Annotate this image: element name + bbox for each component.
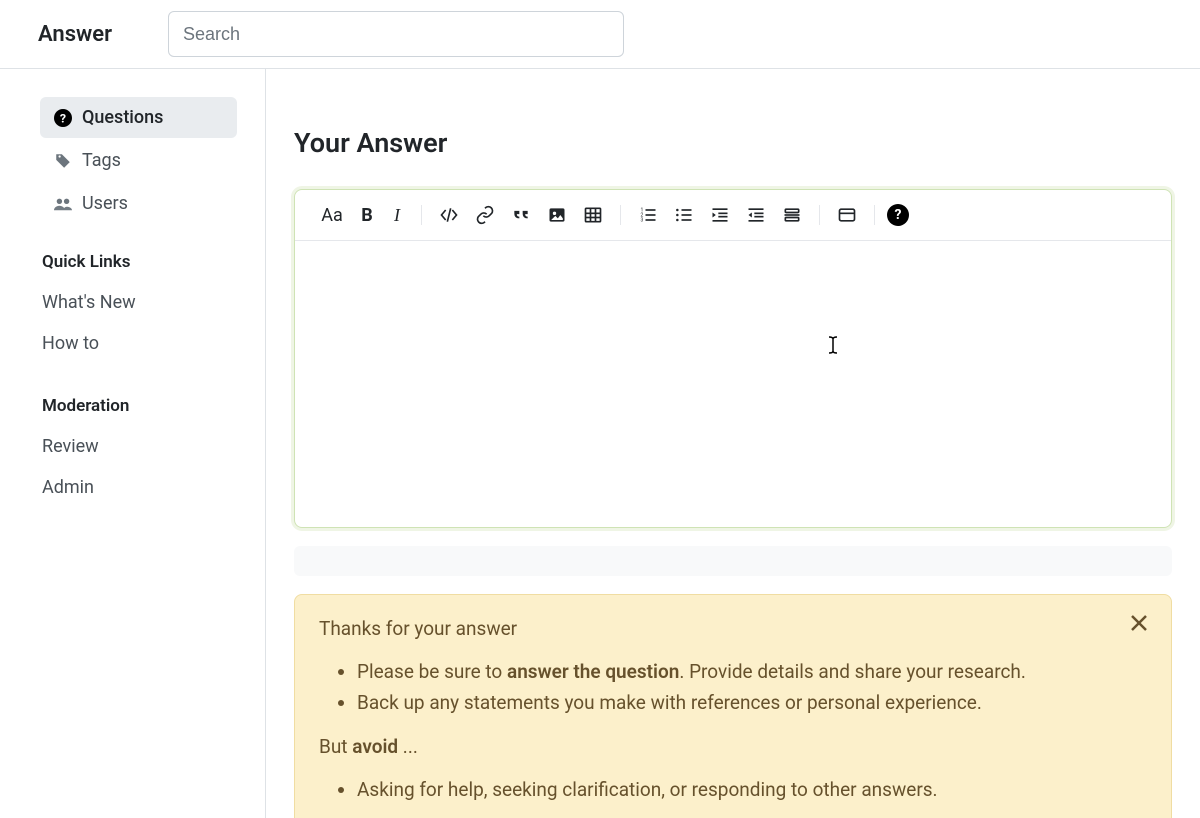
main: Your Answer Aa B I xyxy=(266,69,1200,818)
image-icon[interactable] xyxy=(542,200,572,230)
users-icon xyxy=(54,195,72,213)
italic-button[interactable]: I xyxy=(385,200,409,230)
tag-icon xyxy=(54,152,72,170)
nav-group-main: ? Questions Tags Users xyxy=(40,97,237,224)
outdent-icon[interactable] xyxy=(741,200,771,230)
page-title: Your Answer xyxy=(294,127,1172,159)
editor-footer-bar xyxy=(294,546,1172,576)
search-input[interactable] xyxy=(168,11,624,57)
tip-box: Thanks for your answer Please be sure to… xyxy=(294,594,1172,818)
unordered-list-icon[interactable] xyxy=(669,200,699,230)
tip-item: Asking for help, seeking clarification, … xyxy=(357,776,1147,805)
section-title-moderation: Moderation xyxy=(42,396,237,416)
quote-icon[interactable] xyxy=(506,200,536,230)
link-how-to[interactable]: How to xyxy=(40,323,237,364)
link-review[interactable]: Review xyxy=(40,426,237,467)
bold-button[interactable]: B xyxy=(355,200,379,230)
editor-toolbar: Aa B I xyxy=(295,190,1171,241)
toolbar-separator xyxy=(819,205,820,225)
sidebar-item-users[interactable]: Users xyxy=(40,183,237,224)
tip-list: Please be sure to answer the question. P… xyxy=(319,658,1147,717)
heading-button[interactable]: Aa xyxy=(315,200,349,230)
indent-icon[interactable] xyxy=(705,200,735,230)
logo[interactable]: Answer xyxy=(38,22,112,47)
header: Answer xyxy=(0,0,1200,69)
text-cursor-icon xyxy=(827,335,843,355)
link-admin[interactable]: Admin xyxy=(40,467,237,508)
tip-item: Back up any statements you make with ref… xyxy=(357,689,1147,718)
ordered-list-icon[interactable]: 123 xyxy=(633,200,663,230)
sidebar-item-label: Tags xyxy=(82,150,121,171)
hr-icon[interactable] xyxy=(777,200,807,230)
tip-list-avoid: Asking for help, seeking clarification, … xyxy=(319,776,1147,805)
toolbar-separator xyxy=(620,205,621,225)
svg-text:3: 3 xyxy=(641,218,644,224)
table-icon[interactable] xyxy=(578,200,608,230)
sidebar-item-label: Users xyxy=(82,193,128,214)
close-icon[interactable] xyxy=(1127,611,1153,637)
sidebar-item-label: Questions xyxy=(82,107,163,128)
card-icon[interactable] xyxy=(832,200,862,230)
link-whats-new[interactable]: What's New xyxy=(40,282,237,323)
question-circle-icon: ? xyxy=(54,109,72,127)
sidebar-item-tags[interactable]: Tags xyxy=(40,140,237,181)
sidebar: ? Questions Tags Users Quick Links What'… xyxy=(0,69,266,818)
svg-text:?: ? xyxy=(60,112,66,126)
toolbar-separator xyxy=(874,205,875,225)
editor-textarea[interactable] xyxy=(295,241,1171,527)
toolbar-separator xyxy=(421,205,422,225)
tip-item: Please be sure to answer the question. P… xyxy=(357,658,1147,687)
tip-avoid: But avoid ... xyxy=(319,735,1147,758)
editor: Aa B I xyxy=(294,189,1172,528)
section-title-quick-links: Quick Links xyxy=(42,252,237,272)
code-icon[interactable] xyxy=(434,200,464,230)
help-icon[interactable]: ? xyxy=(887,204,909,226)
link-icon[interactable] xyxy=(470,200,500,230)
sidebar-item-questions[interactable]: ? Questions xyxy=(40,97,237,138)
tip-title: Thanks for your answer xyxy=(319,617,1147,640)
